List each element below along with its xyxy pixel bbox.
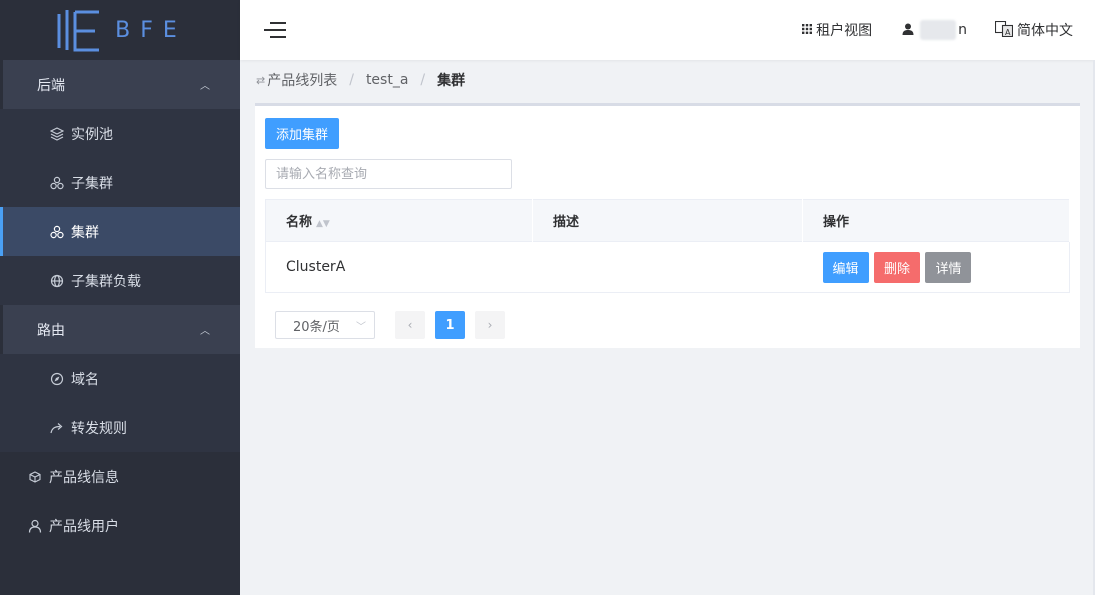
sidebar-item-label: 产品线用户 xyxy=(49,518,119,535)
sidebar-item-domain[interactable]: 域名 xyxy=(0,354,240,403)
compass-icon xyxy=(50,372,64,386)
column-header-desc: 描述 xyxy=(532,199,803,242)
menu-sub-routing: 域名 转发规则 xyxy=(0,354,240,452)
tenant-view-link[interactable]: 租户视图 xyxy=(802,20,872,40)
breadcrumb-item-current: 集群 xyxy=(437,73,466,89)
sidebar-item-label: 实例池 xyxy=(71,126,113,143)
sidebar-item-sub-cluster[interactable]: 子集群 xyxy=(0,158,240,207)
logo[interactable]: BFE xyxy=(0,0,240,60)
sidebar: BFE 后端 ︿ 实例池 子集群 集群 子集群负载 路由 ︿ 域名 转发规则 产… xyxy=(0,0,240,595)
bfe-logo-icon xyxy=(57,10,100,52)
forward-icon xyxy=(50,421,64,435)
breadcrumb-item-product[interactable]: test_a xyxy=(366,72,408,88)
column-label: 操作 xyxy=(823,215,850,230)
sidebar-item-label: 子集群负载 xyxy=(71,273,141,290)
page-number-current[interactable]: 1 xyxy=(435,311,465,339)
sidebar-item-instance-pool[interactable]: 实例池 xyxy=(0,109,240,158)
page-size-value: 20条/页 xyxy=(293,319,340,335)
cluster-table: 名称 ▲▼ 描述 操作 ClusterA 编辑 删除 详情 xyxy=(265,199,1070,293)
language-label: 简体中文 xyxy=(1017,23,1073,39)
username-suffix: n xyxy=(958,22,967,38)
sidebar-item-label: 产品线信息 xyxy=(49,469,119,486)
sidebar-item-cluster[interactable]: 集群 xyxy=(0,207,240,256)
top-header: 租户视图 n A 简体中文 xyxy=(240,0,1095,60)
table-row: ClusterA 编辑 删除 详情 xyxy=(265,241,1070,293)
search-input[interactable] xyxy=(265,159,512,189)
header-right: 租户视图 n A 简体中文 xyxy=(802,20,1073,40)
breadcrumb: ⇄ 产品线列表 / test_a / 集群 xyxy=(240,60,1095,100)
sidebar-item-label: 子集群 xyxy=(71,175,113,192)
breadcrumb-separator: / xyxy=(349,72,354,88)
table-header-row: 名称 ▲▼ 描述 操作 xyxy=(265,199,1070,242)
svg-text:A: A xyxy=(1005,28,1011,37)
chevron-right-icon: › xyxy=(487,318,493,332)
chevron-up-icon: ︿ xyxy=(200,81,210,92)
switch-icon: ⇄ xyxy=(256,73,266,87)
column-header-actions: 操作 xyxy=(802,199,1070,242)
cluster-list-card: 添加集群 名称▲▼ 描述 操作 ClusterA 编辑 xyxy=(255,103,1080,348)
chevron-up-icon: ︿ xyxy=(200,326,210,337)
menu-group-backend[interactable]: 后端 ︿ xyxy=(3,60,240,109)
sidebar-item-label: 域名 xyxy=(71,371,99,388)
menu-toggle-icon[interactable] xyxy=(264,22,286,38)
menu-group-label: 后端 xyxy=(37,77,65,94)
language-switch[interactable]: A 简体中文 xyxy=(994,20,1073,40)
sidebar-item-product-line-users[interactable]: 产品线用户 xyxy=(0,501,240,550)
layers-icon xyxy=(50,126,64,141)
cell-actions: 编辑 删除 详情 xyxy=(802,241,1070,293)
user-icon xyxy=(28,519,42,533)
column-header-name[interactable]: 名称 ▲▼ xyxy=(265,199,533,242)
cube-icon xyxy=(28,470,42,484)
sidebar-item-label: 转发规则 xyxy=(71,420,127,437)
chevron-down-icon: ﹀ xyxy=(356,321,366,333)
breadcrumb-separator: / xyxy=(420,72,426,88)
translate-icon: A xyxy=(994,20,1014,40)
column-label: 描述 xyxy=(553,215,580,230)
page-size-select[interactable]: 20条/页 ﹀ xyxy=(275,311,375,339)
column-label: 名称 xyxy=(286,215,313,230)
delete-button[interactable]: 删除 xyxy=(873,251,920,283)
pagination: 20条/页 ﹀ ‹ 1 › xyxy=(265,311,1070,339)
grid-icon xyxy=(802,23,813,37)
logo-text: BFE xyxy=(115,17,187,43)
menu-group-label: 路由 xyxy=(37,322,65,339)
sidebar-item-label: 集群 xyxy=(71,224,99,241)
tenant-view-label: 租户视图 xyxy=(816,23,873,39)
prev-page-button[interactable]: ‹ xyxy=(395,311,425,339)
breadcrumb-item-product-lines[interactable]: 产品线列表 xyxy=(267,70,337,90)
sort-icon[interactable]: ▲▼ xyxy=(316,219,330,229)
user-icon xyxy=(902,23,914,38)
cell-desc xyxy=(532,241,803,293)
detail-button[interactable]: 详情 xyxy=(925,251,972,283)
user-menu[interactable]: n xyxy=(902,20,967,40)
sidebar-item-forward-rules[interactable]: 转发规则 xyxy=(0,403,240,452)
add-cluster-button[interactable]: 添加集群 xyxy=(265,118,340,149)
edit-button[interactable]: 编辑 xyxy=(822,251,869,283)
sidebar-item-product-line-info[interactable]: 产品线信息 xyxy=(0,452,240,501)
cluster-icon xyxy=(50,176,64,190)
next-page-button[interactable]: › xyxy=(475,311,505,339)
globe-icon xyxy=(50,274,64,288)
chevron-left-icon: ‹ xyxy=(407,318,413,332)
cluster-icon xyxy=(50,225,64,239)
cell-name: ClusterA xyxy=(265,241,533,293)
menu-group-routing[interactable]: 路由 ︿ xyxy=(3,305,240,354)
menu-sub-backend: 实例池 子集群 集群 子集群负载 xyxy=(0,109,240,305)
username-redacted xyxy=(920,20,957,40)
sidebar-item-sub-cluster-load[interactable]: 子集群负载 xyxy=(0,256,240,305)
